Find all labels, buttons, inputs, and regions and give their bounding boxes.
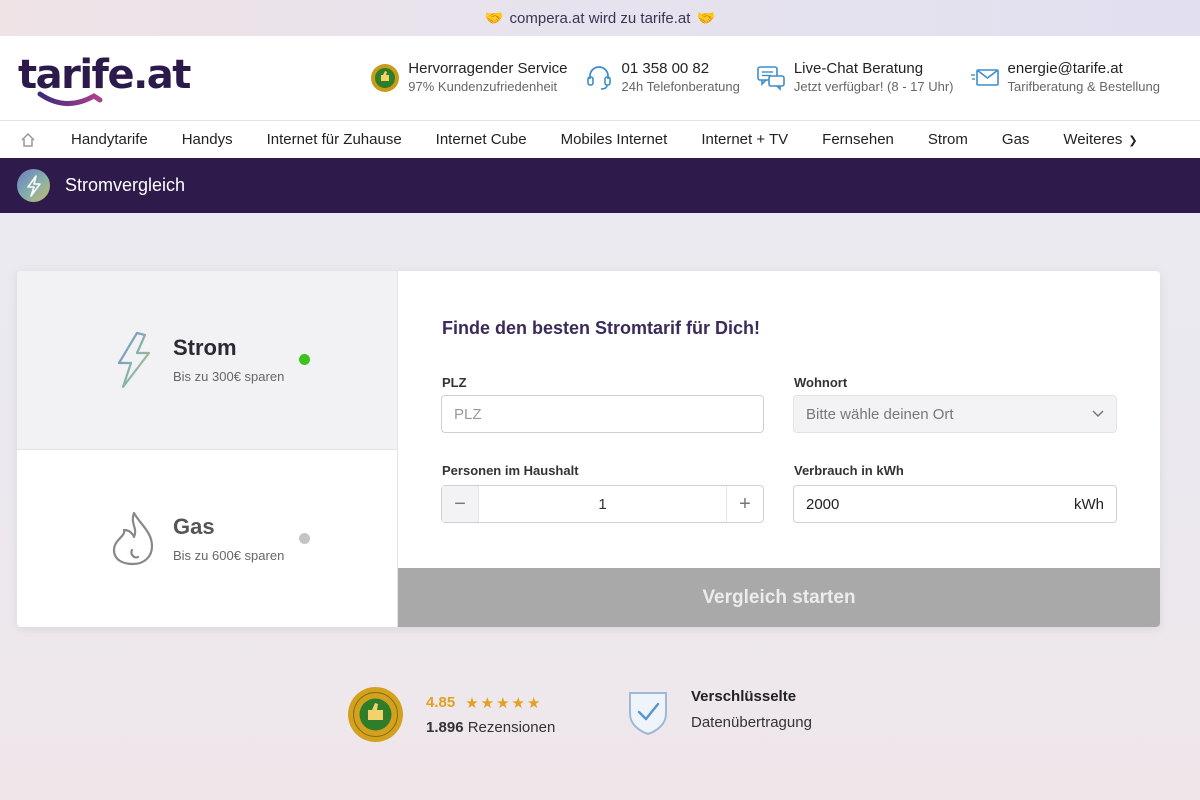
- shield-check-icon: [629, 692, 667, 736]
- lightning-icon: [109, 330, 157, 390]
- increment-button[interactable]: +: [726, 486, 763, 522]
- plz-label: PLZ: [442, 375, 467, 390]
- energy-option-gas[interactable]: Gas Bis zu 600€ sparen: [17, 450, 397, 628]
- plz-placeholder: PLZ: [454, 405, 482, 423]
- chevron-down-icon: [1092, 410, 1104, 418]
- comparison-card: Strom Bis zu 300€ sparen Gas Bis zu 600€…: [17, 271, 1160, 627]
- energy-option-name: Strom: [173, 335, 237, 361]
- form-title: Finde den besten Stromtarif für Dich!: [442, 318, 761, 338]
- logo-smile-icon: [37, 91, 103, 106]
- contact-title: Live-Chat Beratung: [793, 60, 924, 77]
- nav-item-label: Weiteres: [1063, 131, 1123, 148]
- verbrauch-input[interactable]: 2000 kWh: [793, 485, 1117, 523]
- home-icon[interactable]: [20, 130, 40, 150]
- wohnort-value: Bitte wähle deinen Ort: [806, 405, 954, 423]
- section-bar: Stromvergleich: [0, 158, 1200, 213]
- personen-stepper[interactable]: − 1 +: [441, 485, 764, 523]
- start-comparison-button[interactable]: Vergleich starten: [398, 568, 1160, 627]
- rating-score: 4.85: [426, 694, 456, 711]
- decrement-button[interactable]: −: [442, 486, 479, 522]
- contact-subtitle: Tarifberatung & Bestellung: [1007, 79, 1160, 94]
- nav-item-gas[interactable]: Gas: [985, 131, 1047, 148]
- award-seal-icon: [347, 686, 404, 743]
- contact-title: Hervorragender Service: [408, 60, 568, 77]
- unselected-indicator: [299, 532, 310, 544]
- verbrauch-unit: kWh: [1074, 495, 1104, 513]
- nav-item-handytarife[interactable]: Handytarife: [54, 131, 165, 148]
- main-nav: Handytarife Handys Internet für Zuhause …: [0, 120, 1200, 158]
- verbrauch-label: Verbrauch in kWh: [794, 463, 904, 478]
- site-logo[interactable]: tarife.at: [18, 46, 191, 110]
- personen-value[interactable]: 1: [479, 496, 726, 513]
- customer-rating: 4.85 ★★★★★ 1.896 Rezensionen: [347, 686, 555, 743]
- energy-option-subtitle: Bis zu 600€ sparen: [173, 547, 285, 563]
- flame-icon: [109, 508, 157, 568]
- contact-title: energie@tarife.at: [1007, 60, 1123, 77]
- personen-label: Personen im Haushalt: [442, 463, 579, 478]
- secure-subtitle: Datenübertragung: [691, 714, 812, 731]
- nav-item-handys[interactable]: Handys: [165, 131, 250, 148]
- review-count: 1.896: [426, 718, 464, 736]
- nav-item-mobiles-internet[interactable]: Mobiles Internet: [544, 131, 685, 148]
- chevron-down-icon: ❯: [1128, 135, 1138, 147]
- secure-transfer-badge: Verschlüsselte Datenübertragung: [627, 688, 812, 736]
- contact-title: 01 358 00 82: [621, 60, 710, 77]
- energy-option-subtitle: Bis zu 300€ sparen: [173, 369, 285, 385]
- section-title: Stromvergleich: [65, 175, 186, 195]
- nav-item-strom[interactable]: Strom: [911, 131, 985, 148]
- contact-subtitle: 97% Kundenzufriedenheit: [408, 79, 558, 94]
- plz-input[interactable]: PLZ: [441, 395, 764, 433]
- nav-item-internet-cube[interactable]: Internet Cube: [419, 131, 544, 148]
- headset-icon: [584, 63, 614, 93]
- site-header: tarife.at Hervorragender Service 97% Kun…: [0, 36, 1200, 120]
- rating-stars: ★★★★★: [465, 694, 543, 712]
- nav-item-fernsehen[interactable]: Fernsehen: [805, 131, 911, 148]
- header-contacts: Hervorragender Service 97% Kundenzufried…: [370, 36, 1160, 120]
- wohnort-label: Wohnort: [794, 375, 848, 390]
- handshake-icon: 🤝: [696, 10, 716, 27]
- contact-email[interactable]: energie@tarife.at Tarifberatung & Bestel…: [970, 60, 1160, 96]
- comparison-form: Finde den besten Stromtarif für Dich! PL…: [398, 271, 1160, 627]
- contact-subtitle: Jetzt verfügbar! (8 - 17 Uhr): [793, 79, 954, 94]
- nav-item-internet-tv[interactable]: Internet + TV: [684, 131, 805, 148]
- promo-banner: 🤝 compera.at wird zu tarife.at 🤝: [0, 0, 1200, 36]
- selected-indicator: [299, 354, 310, 366]
- energy-option-name: Gas: [173, 513, 215, 539]
- contact-phone[interactable]: 01 358 00 82 24h Telefonberatung: [584, 60, 740, 96]
- handshake-icon: 🤝: [484, 10, 504, 27]
- contact-subtitle: 24h Telefonberatung: [621, 79, 740, 94]
- mail-icon: [970, 63, 1000, 93]
- nav-item-weiteres[interactable]: Weiteres ❯: [1046, 131, 1154, 148]
- contact-service: Hervorragender Service 97% Kundenzufried…: [370, 60, 568, 96]
- energy-type-selector: Strom Bis zu 300€ sparen Gas Bis zu 600€…: [17, 271, 398, 627]
- lightning-icon: [17, 169, 50, 202]
- verbrauch-value: 2000: [806, 495, 840, 513]
- contact-chat[interactable]: Live-Chat Beratung Jetzt verfügbar! (8 -…: [756, 60, 954, 96]
- nav-item-internet-zuhause[interactable]: Internet für Zuhause: [250, 131, 419, 148]
- award-seal-icon: [370, 63, 400, 93]
- wohnort-select[interactable]: Bitte wähle deinen Ort: [793, 395, 1117, 433]
- energy-option-strom[interactable]: Strom Bis zu 300€ sparen: [17, 271, 397, 450]
- banner-text: compera.at wird zu tarife.at: [509, 9, 691, 27]
- secure-title: Verschlüsselte: [691, 688, 797, 705]
- review-label: Rezensionen: [467, 718, 556, 736]
- chat-icon: [756, 63, 786, 93]
